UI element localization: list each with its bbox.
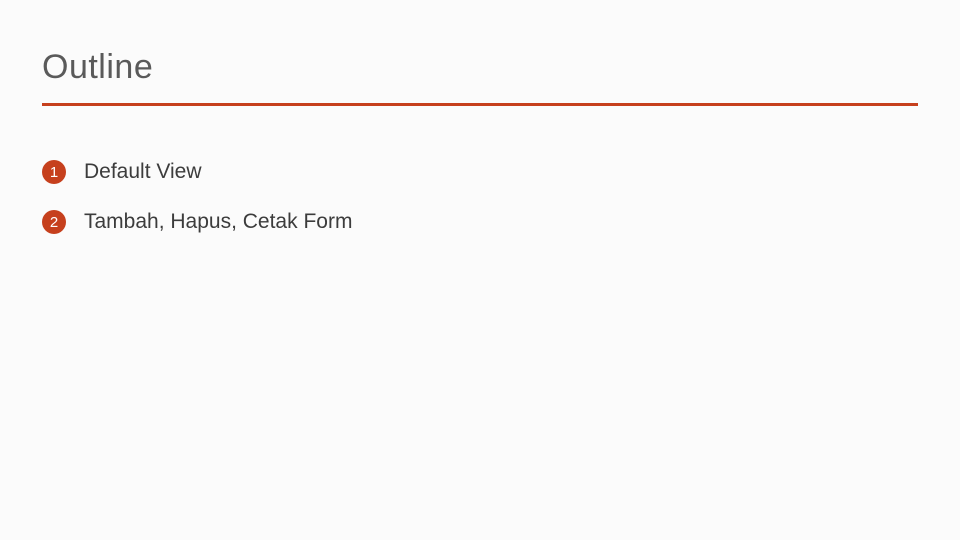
title-underline [42,103,918,106]
slide: Outline 1 Default View 2 Tambah, Hapus, … [0,0,960,234]
outline-item: 2 Tambah, Hapus, Cetak Form [42,210,918,234]
item-label: Default View [84,160,202,184]
slide-title: Outline [42,48,918,87]
outline-item: 1 Default View [42,160,918,184]
item-number-badge: 2 [42,210,66,234]
item-number-badge: 1 [42,160,66,184]
item-label: Tambah, Hapus, Cetak Form [84,210,352,234]
